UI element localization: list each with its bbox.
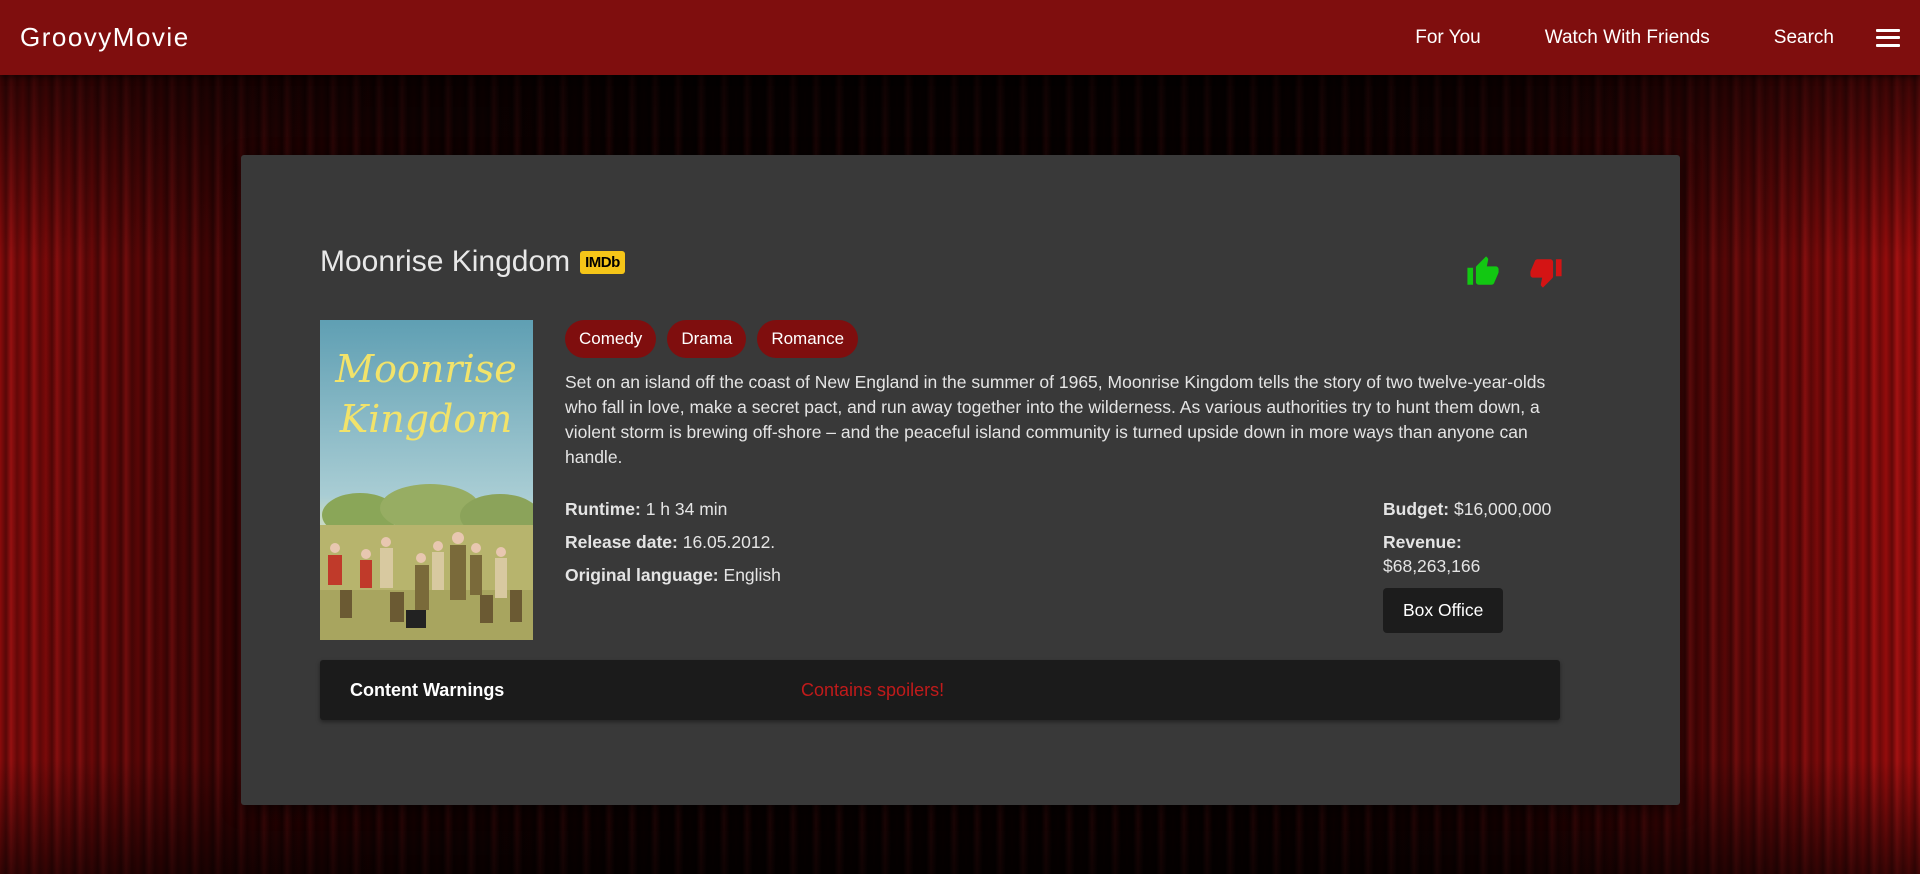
fact-value: $68,263,166 <box>1383 556 1481 576</box>
content-warnings-panel[interactable]: Content Warnings Contains spoilers! <box>320 660 1560 720</box>
genre-tags: Comedy Drama Romance <box>565 320 1560 358</box>
fact-value: English <box>723 565 781 585</box>
poster-title-line2: Kingdom <box>339 397 513 441</box>
fact-budget: Budget: $16,000,000 <box>1383 497 1560 521</box>
fact-value: $16,000,000 <box>1453 499 1552 519</box>
fact-label: Budget: <box>1383 499 1450 519</box>
genre-tag-romance[interactable]: Romance <box>757 320 859 358</box>
genre-tag-drama[interactable]: Drama <box>667 320 747 358</box>
imdb-link-icon[interactable]: IMDb <box>580 250 625 274</box>
movie-poster: Moonrise Kingdom <box>320 320 533 640</box>
fact-value: 1 h 34 min <box>645 499 728 519</box>
movie-info: Comedy Drama Romance Set on an island of… <box>565 320 1560 633</box>
facts-right: Budget: $16,000,000 Revenue: $68,263,166… <box>1383 497 1560 633</box>
fact-label: Original language: <box>565 565 719 585</box>
movie-title: Moonrise Kingdom <box>320 245 571 278</box>
nav-watch-with-friends[interactable]: Watch With Friends <box>1545 27 1710 49</box>
fact-revenue: Revenue: $68,263,166 <box>1383 530 1560 578</box>
genre-tag-comedy[interactable]: Comedy <box>565 320 657 358</box>
fact-label: Release date: <box>565 532 678 552</box>
thumbs-up-icon[interactable] <box>1466 255 1500 289</box>
box-office-button[interactable]: Box Office <box>1383 588 1504 633</box>
thumbs-down-icon[interactable] <box>1529 255 1563 289</box>
nav-for-you[interactable]: For You <box>1415 27 1481 49</box>
fact-label: Revenue: <box>1383 532 1462 552</box>
top-navbar: GroovyMovie For You Watch With Friends S… <box>0 0 1920 75</box>
fact-value: 16.05.2012. <box>682 532 776 552</box>
movie-facts: Runtime: 1 h 34 min Release date: 16.05.… <box>565 497 1560 633</box>
hamburger-menu-icon[interactable] <box>1876 28 1900 47</box>
brand-logo[interactable]: GroovyMovie <box>20 22 190 53</box>
content-warnings-label: Content Warnings <box>350 679 505 700</box>
spoiler-warning-text: Contains spoilers! <box>801 679 945 700</box>
main-nav: For You Watch With Friends Search <box>1415 27 1900 49</box>
movie-description: Set on an island off the coast of New En… <box>565 372 1546 467</box>
title-row: Moonrise Kingdom IMDb <box>320 245 625 279</box>
poster-title-line1: Moonrise <box>334 347 516 391</box>
fact-label: Runtime: <box>565 499 641 519</box>
nav-search[interactable]: Search <box>1774 27 1834 49</box>
movie-details-card: Moonrise Kingdom IMDb Moonrise Kingdom C… <box>241 155 1680 805</box>
